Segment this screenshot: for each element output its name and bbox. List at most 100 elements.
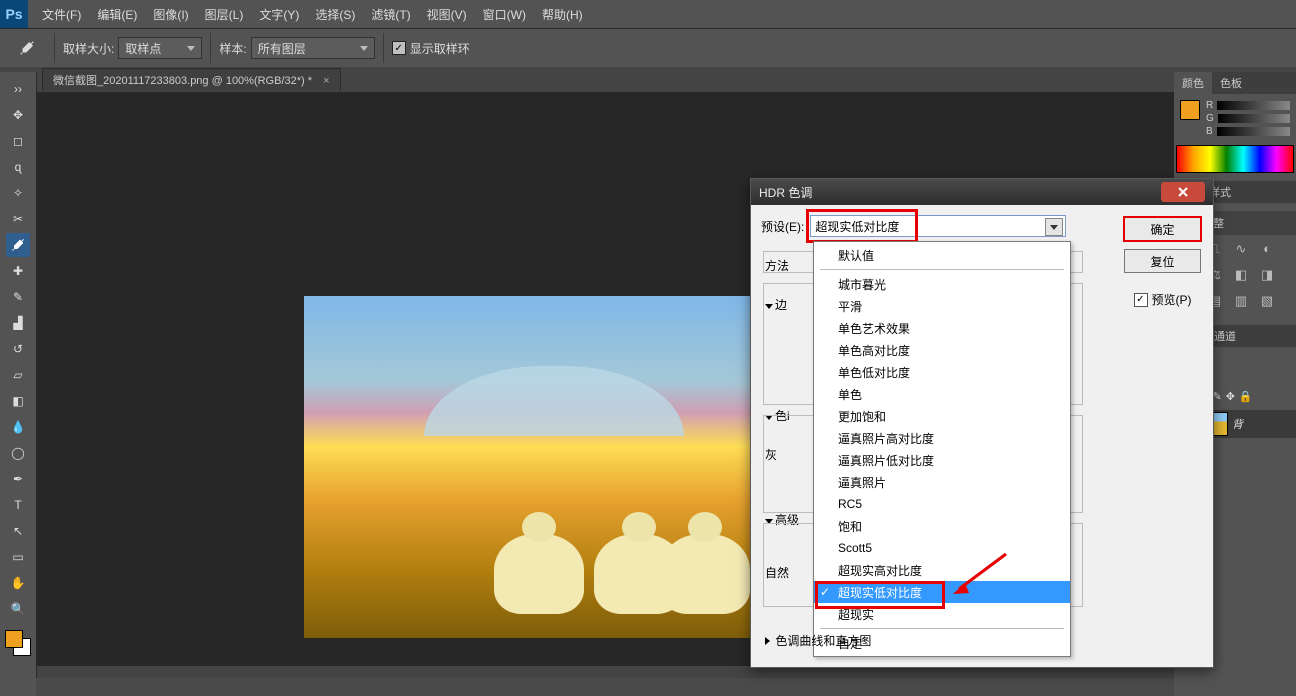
show-ring-label: 显示取样环 [410,40,470,57]
option-label: 城市暮光 [838,276,886,293]
preset-option[interactable]: 更加饱和 [814,405,1070,427]
chevron-right-icon[interactable] [765,637,770,645]
menu-filter[interactable]: 滤镜(T) [363,6,418,23]
ok-button[interactable]: 确定 [1124,217,1201,241]
document-tab[interactable]: 微信截图_20201117233803.png @ 100%(RGB/32*) … [42,68,341,91]
preset-option[interactable]: Scott5 [814,537,1070,559]
menu-view[interactable]: 视图(V) [419,6,475,23]
lock-move-icon[interactable]: ✥ [1226,390,1235,403]
pen-tool[interactable]: ✒ [6,467,30,491]
curves-icon[interactable]: ∿ [1232,241,1250,259]
preview-checkbox[interactable]: ✓ [1134,293,1148,307]
separator [383,33,384,63]
preset-option[interactable]: 饱和 [814,515,1070,537]
preset-option[interactable]: 城市暮光 [814,273,1070,295]
menu-edit[interactable]: 编辑(E) [89,6,145,23]
option-label: RC5 [838,497,862,511]
brush-tool[interactable]: ✎ [6,285,30,309]
spectrum-bar[interactable] [1176,145,1294,173]
lasso-tool[interactable]: ɋ [6,155,30,179]
close-icon[interactable]: × [323,75,329,87]
history-brush-tool[interactable]: ↺ [6,337,30,361]
chevron-down-icon[interactable] [1045,218,1063,236]
option-label: 更加饱和 [838,408,886,425]
b-label: B [1206,126,1213,137]
r-slider[interactable] [1217,101,1290,110]
menu-image[interactable]: 图像(I) [145,6,196,23]
close-button[interactable] [1161,182,1205,202]
dodge-tool[interactable]: ◯ [6,441,30,465]
menu-select[interactable]: 选择(S) [307,6,363,23]
section-curve: 色调曲线和直方图 [775,634,871,648]
show-ring-checkbox[interactable]: ✓ [392,41,406,55]
image-mountain [424,366,684,436]
option-label: 默认值 [838,247,874,264]
preset-option[interactable]: ✓ 超现实低对比度 [814,581,1070,603]
eraser-tool[interactable]: ▱ [6,363,30,387]
preview-label: 预览(P) [1152,291,1192,308]
menu-window[interactable]: 窗口(W) [475,6,534,23]
fg-color-swatch[interactable] [1180,100,1200,120]
hand-tool[interactable]: ✋ [6,571,30,595]
wand-tool[interactable]: ✧ [6,181,30,205]
preset-option[interactable]: 平滑 [814,295,1070,317]
lookup-icon[interactable]: ▥ [1232,293,1250,311]
b-slider[interactable] [1217,127,1290,136]
preset-option[interactable]: 逼真照片低对比度 [814,449,1070,471]
eyedropper-tool[interactable] [6,233,30,257]
invert-icon[interactable]: ▧ [1258,293,1276,311]
option-label: 单色艺术效果 [838,320,910,337]
dialog-title: HDR 色调 [759,184,812,201]
option-label: 单色低对比度 [838,364,910,381]
fg-bg-swatch[interactable] [5,630,31,656]
sample-size-combo[interactable]: 取样点 [118,37,202,59]
chevron-down-icon [187,46,195,51]
shape-tool[interactable]: ▭ [6,545,30,569]
check-icon: ✓ [820,585,830,599]
menu-layer[interactable]: 图层(L) [197,6,252,23]
preset-option[interactable]: 逼真照片 [814,471,1070,493]
gradient-tool[interactable]: ◧ [6,389,30,413]
zoom-tool[interactable]: 🔍 [6,597,30,621]
menu-help[interactable]: 帮助(H) [534,6,591,23]
preset-option[interactable]: 单色高对比度 [814,339,1070,361]
option-label: 单色高对比度 [838,342,910,359]
preset-option[interactable]: RC5 [814,493,1070,515]
preset-option[interactable]: 逼真照片高对比度 [814,427,1070,449]
option-label: 超现实低对比度 [838,584,922,601]
marquee-tool[interactable]: ◻ [6,129,30,153]
dialog-titlebar[interactable]: HDR 色调 [751,179,1213,205]
preset-option[interactable]: 单色艺术效果 [814,317,1070,339]
preset-option[interactable]: 单色 [814,383,1070,405]
color-tab[interactable]: 颜色 [1174,72,1212,94]
stamp-tool[interactable]: ▟ [6,311,30,335]
lock-all-icon[interactable]: 🔒 [1239,390,1253,403]
g-slider[interactable] [1218,114,1290,123]
crop-tool[interactable]: ✂ [6,207,30,231]
heal-tool[interactable]: ✚ [6,259,30,283]
sample-size-label: 取样大小: [63,40,114,57]
hdr-toning-dialog: HDR 色调 预设(E): 超现实低对比度 确定 复位 ✓ [750,178,1214,668]
path-tool[interactable]: ↖ [6,519,30,543]
balance-icon[interactable]: ◧ [1232,267,1250,285]
separator [54,33,55,63]
menu-file[interactable]: 文件(F) [34,6,89,23]
move-tool[interactable]: ✥ [6,103,30,127]
preset-option[interactable]: 超现实高对比度 [814,559,1070,581]
blur-tool[interactable]: 💧 [6,415,30,439]
preset-option[interactable]: 超现实 [814,603,1070,625]
image-sheep [494,534,584,614]
collapse-icon[interactable]: ›› [6,77,30,101]
preset-option-default[interactable]: 默认值 [814,244,1070,266]
preset-combo[interactable]: 超现实低对比度 [810,215,1066,237]
exposure-icon[interactable]: ◐ [1258,241,1276,259]
sample-combo[interactable]: 所有图层 [251,37,375,59]
status-bar [36,678,1174,696]
swatch-tab[interactable]: 色板 [1212,72,1250,94]
preset-option[interactable]: 单色低对比度 [814,361,1070,383]
menu-type[interactable]: 文字(Y) [251,6,307,23]
type-tool[interactable]: T [6,493,30,517]
bw-icon[interactable]: ◨ [1258,267,1276,285]
g-label: G [1206,113,1214,124]
reset-button[interactable]: 复位 [1124,249,1201,273]
